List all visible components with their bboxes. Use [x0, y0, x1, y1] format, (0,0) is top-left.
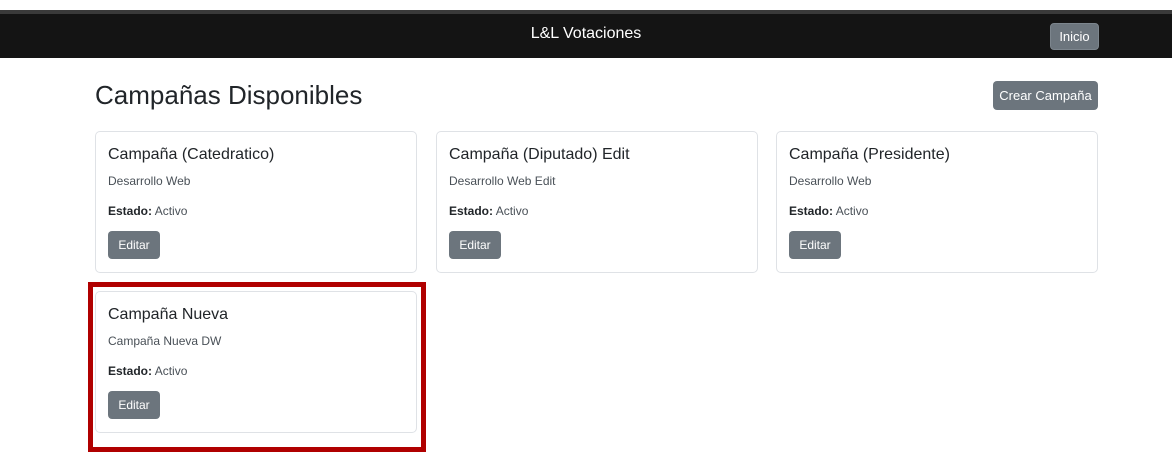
status-value: Activo — [495, 204, 529, 218]
page-title: Campañas Disponibles — [95, 80, 363, 110]
campaign-description: Desarrollo Web — [108, 174, 191, 188]
campaign-card-diputado: Campaña (Diputado) Edit Desarrollo Web E… — [436, 131, 758, 273]
navbar-brand[interactable]: L&L Votaciones — [0, 10, 1172, 58]
status-value: Activo — [154, 204, 188, 218]
edit-button[interactable]: Editar — [108, 391, 160, 419]
navbar: L&L Votaciones Inicio — [0, 0, 1172, 58]
campaign-description: Campaña Nueva DW — [108, 334, 222, 348]
campaign-title: Campaña (Catedratico) — [108, 146, 275, 163]
edit-button[interactable]: Editar — [108, 231, 160, 259]
status-value: Activo — [154, 364, 188, 378]
campaign-status: Estado: Activo — [108, 204, 187, 218]
campaign-title: Campaña (Presidente) — [789, 146, 950, 163]
campaign-status: Estado: Activo — [449, 204, 528, 218]
status-label: Estado: — [108, 364, 153, 378]
campaign-title: Campaña (Diputado) Edit — [449, 146, 630, 163]
create-campaign-button[interactable]: Crear Campaña — [993, 81, 1098, 110]
campaign-card-nueva: Campaña Nueva Campaña Nueva DW Estado: A… — [95, 291, 417, 433]
campaign-status: Estado: Activo — [789, 204, 868, 218]
status-value: Activo — [835, 204, 869, 218]
campaign-description: Desarrollo Web Edit — [449, 174, 556, 188]
home-button[interactable]: Inicio — [1050, 23, 1099, 50]
status-label: Estado: — [789, 204, 834, 218]
campaign-title: Campaña Nueva — [108, 306, 229, 323]
campaign-card-presidente: Campaña (Presidente) Desarrollo Web Esta… — [776, 131, 1098, 273]
status-label: Estado: — [449, 204, 494, 218]
campaign-description: Desarrollo Web — [789, 174, 872, 188]
edit-button[interactable]: Editar — [449, 231, 501, 259]
campaign-card-catedratico: Campaña (Catedratico) Desarrollo Web Est… — [95, 131, 417, 273]
campaign-status: Estado: Activo — [108, 364, 187, 378]
edit-button[interactable]: Editar — [789, 231, 841, 259]
status-label: Estado: — [108, 204, 153, 218]
